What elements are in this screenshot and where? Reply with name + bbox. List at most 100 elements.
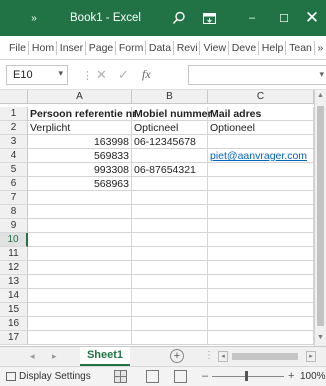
column-header-b[interactable]: B (132, 90, 208, 104)
cell-b5[interactable]: 06-87654321 (132, 163, 208, 177)
page-break-view-button[interactable] (174, 370, 187, 383)
row-header-9[interactable]: 9 (0, 219, 28, 233)
row-header-11[interactable]: 11 (0, 247, 28, 261)
ribbon-tab-inser[interactable]: Inser (57, 40, 86, 55)
ribbon-tab-help[interactable]: Help (259, 40, 287, 55)
row-header-12[interactable]: 12 (0, 261, 28, 275)
cell-a12[interactable] (28, 261, 132, 275)
sheet-tab-sheet1[interactable]: Sheet1 (80, 347, 130, 366)
cell-b17[interactable] (132, 331, 208, 345)
cell-a4[interactable]: 569833 (28, 149, 132, 163)
column-header-a[interactable]: A (28, 90, 132, 104)
row-header-5[interactable]: 5 (0, 163, 28, 177)
zoom-level[interactable]: 100% (300, 371, 326, 382)
cell-b10[interactable] (132, 233, 208, 247)
expand-formula-bar-icon[interactable]: ▾ (319, 69, 324, 80)
zoom-slider-track[interactable] (212, 376, 284, 377)
display-settings-label[interactable]: Display Settings (19, 371, 91, 382)
cell-c1[interactable]: Mail adres (208, 107, 314, 121)
cell-c6[interactable] (208, 177, 314, 191)
insert-function-icon[interactable]: fx (142, 67, 151, 82)
name-box-dropdown-icon[interactable]: ▾ (58, 68, 63, 79)
cell-a3[interactable]: 163998 (28, 135, 132, 149)
vertical-scroll-thumb[interactable] (317, 106, 324, 326)
cancel-icon[interactable]: ✕ (96, 67, 107, 83)
cell-c7[interactable] (208, 191, 314, 205)
cell-c13[interactable] (208, 275, 314, 289)
maximize-button[interactable]: ☐ (270, 0, 298, 36)
ribbon-tab-data[interactable]: Data (146, 40, 174, 55)
cell-c3[interactable] (208, 135, 314, 149)
cell-c12[interactable] (208, 261, 314, 275)
cell-c17[interactable] (208, 331, 314, 345)
scroll-down-icon[interactable]: ▼ (317, 334, 324, 341)
ribbon-display-options-icon[interactable] (196, 0, 222, 36)
cell-b1[interactable]: Mobiel nummer (132, 107, 212, 121)
previous-sheet-icon[interactable]: ◂ (30, 351, 35, 362)
cell-c9[interactable] (208, 219, 314, 233)
cell-c10[interactable] (208, 233, 314, 247)
row-header-16[interactable]: 16 (0, 317, 28, 331)
cell-b12[interactable] (132, 261, 208, 275)
row-header-14[interactable]: 14 (0, 289, 28, 303)
cell-b15[interactable] (132, 303, 208, 317)
cell-a15[interactable] (28, 303, 132, 317)
horizontal-scroll-thumb[interactable] (232, 353, 298, 360)
cell-b7[interactable] (132, 191, 208, 205)
cell-b3[interactable]: 06-12345678 (132, 135, 208, 149)
cell-b11[interactable] (132, 247, 208, 261)
normal-view-button[interactable] (114, 370, 127, 383)
cell-c16[interactable] (208, 317, 314, 331)
ribbon-tab-tean[interactable]: Tean (286, 40, 315, 55)
cell-a16[interactable] (28, 317, 132, 331)
ribbon-tab-revi[interactable]: Revi (174, 40, 201, 55)
next-sheet-icon[interactable]: ▸ (52, 351, 57, 362)
cell-a17[interactable] (28, 331, 132, 345)
cell-c11[interactable] (208, 247, 314, 261)
cell-c8[interactable] (208, 205, 314, 219)
add-sheet-button[interactable]: + (170, 349, 184, 363)
row-header-1[interactable]: 1 (0, 107, 28, 121)
ribbon-tab-form[interactable]: Form (116, 40, 146, 55)
row-header-10[interactable]: 10 (0, 233, 28, 247)
cell-a10[interactable] (28, 233, 132, 247)
scroll-up-icon[interactable]: ▲ (317, 92, 324, 99)
cell-a9[interactable] (28, 219, 132, 233)
quick-access-toolbar-expand[interactable]: » (22, 0, 46, 36)
ribbon-tab-page[interactable]: Page (86, 40, 116, 55)
cell-a1[interactable]: Persoon referentie nr (28, 107, 136, 121)
select-all-corner[interactable] (0, 90, 28, 104)
minimize-button[interactable]: – (234, 0, 270, 36)
cell-a11[interactable] (28, 247, 132, 261)
cell-b16[interactable] (132, 317, 208, 331)
scroll-left-icon[interactable]: ◂ (218, 351, 228, 362)
cell-c2[interactable]: Optioneel (208, 121, 314, 135)
cell-b4[interactable] (132, 149, 208, 163)
search-icon[interactable] (166, 0, 192, 36)
row-header-15[interactable]: 15 (0, 303, 28, 317)
cell-a5[interactable]: 993308 (28, 163, 132, 177)
cell-c15[interactable] (208, 303, 314, 317)
cell-a13[interactable] (28, 275, 132, 289)
ribbon-tab-hom[interactable]: Hom (29, 40, 57, 55)
row-header-8[interactable]: 8 (0, 205, 28, 219)
close-button[interactable]: ✕ (298, 0, 326, 36)
cell-c5[interactable] (208, 163, 314, 177)
ribbon-tab-deve[interactable]: Deve (229, 40, 259, 55)
spreadsheet-grid[interactable]: ▲ ▼ A B C 1 Persoon referentie nr Mobiel numm… (0, 90, 326, 346)
column-header-c[interactable]: C (208, 90, 314, 104)
page-layout-view-button[interactable] (146, 370, 159, 383)
ribbon-tab-[interactable]: » (315, 41, 326, 55)
zoom-out-button[interactable]: – (202, 370, 208, 382)
cell-a2[interactable]: Verplicht (28, 121, 132, 135)
row-header-3[interactable]: 3 (0, 135, 28, 149)
cell-b9[interactable] (132, 219, 208, 233)
zoom-slider-thumb[interactable] (245, 371, 248, 381)
cell-a6[interactable]: 568963 (28, 177, 132, 191)
cell-b13[interactable] (132, 275, 208, 289)
tab-split-handle[interactable]: ⋮ (204, 350, 214, 361)
row-header-13[interactable]: 13 (0, 275, 28, 289)
row-header-2[interactable]: 2 (0, 121, 28, 135)
row-header-17[interactable]: 17 (0, 331, 28, 345)
cell-a8[interactable] (28, 205, 132, 219)
